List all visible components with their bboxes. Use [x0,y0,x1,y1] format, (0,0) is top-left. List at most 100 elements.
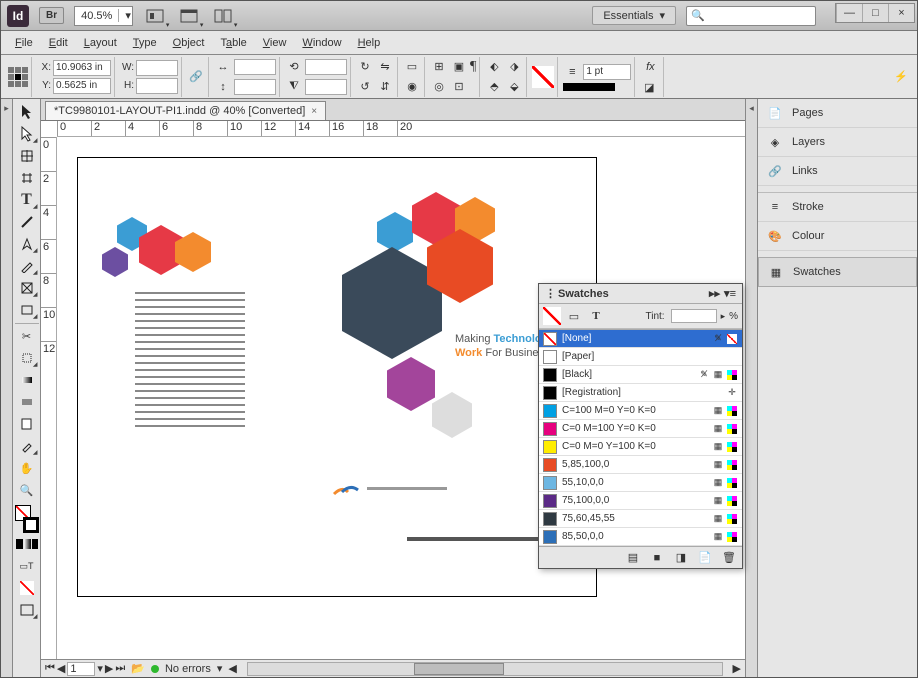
zoom-dropdown-icon[interactable]: ▾ [118,9,132,22]
flip-v-icon[interactable]: ⇵ [376,78,394,96]
bridge-button[interactable]: Br [39,7,64,24]
dock-item-stroke[interactable]: ≡Stroke [758,192,917,222]
swatch-row[interactable]: C=0 M=0 Y=100 K=0▦ [539,438,742,456]
panel-grip-icon[interactable]: ⋮ [545,287,556,300]
formatting-container-icon[interactable]: ▭T [15,555,39,577]
view-mode-toggle[interactable] [15,577,39,599]
free-transform-tool[interactable]: ◢ [15,347,39,369]
w-input[interactable] [136,60,178,76]
page-dropdown-icon[interactable]: ▾ [97,662,103,675]
fill-stroke-control[interactable] [15,505,39,533]
menu-help[interactable]: Help [352,35,387,51]
reference-point-icon[interactable] [8,67,28,87]
preflight-dropdown-icon[interactable]: ▾ [217,662,223,675]
minimize-button[interactable]: — [836,4,862,22]
pencil-tool[interactable]: ◢ [15,255,39,277]
open-button-icon[interactable]: 📂 [131,662,145,675]
menu-view[interactable]: View [257,35,293,51]
tint-input[interactable] [671,309,717,323]
select-content-icon[interactable]: ◉ [403,78,421,96]
scroll-right-icon[interactable]: ▶ [733,662,741,675]
note-tool[interactable] [15,413,39,435]
align-icon-4[interactable]: ⬙ [505,78,523,96]
swatch-row[interactable]: [Paper] [539,348,742,366]
h-input[interactable] [136,78,178,94]
vertical-ruler[interactable]: 024681012 [41,137,57,677]
swatch-row[interactable]: 75,100,0,0▦ [539,492,742,510]
new-swatch-icon[interactable]: 📄 [696,549,714,567]
swatch-row[interactable]: C=100 M=0 Y=0 K=0▦ [539,402,742,420]
text-formatting-icon[interactable]: T [587,307,605,325]
scale-y-input[interactable] [234,79,276,95]
direct-selection-tool[interactable]: ◢ [15,123,39,145]
menu-window[interactable]: Window [296,35,347,51]
swatch-row[interactable]: [Registration]✛ [539,384,742,402]
selection-tool[interactable] [15,101,39,123]
screen-mode-tool[interactable]: ◢ [15,599,39,621]
zoom-level[interactable]: 40.5% ▾ [74,6,133,26]
menu-edit[interactable]: Edit [43,35,74,51]
collapse-icon[interactable]: ▸▸ [709,287,720,300]
object-formatting-icon[interactable]: ▭ [565,307,583,325]
apply-color-icon[interactable] [15,533,39,555]
dock-item-layers[interactable]: ◈Layers [758,128,917,157]
paragraph-icon[interactable]: ¶ [470,59,476,75]
gradient-feather-tool[interactable] [15,391,39,413]
menu-file[interactable]: File [9,35,39,51]
swatch-row[interactable]: C=0 M=100 Y=0 K=0▦ [539,420,742,438]
horizontal-scrollbar[interactable] [247,662,723,676]
swatch-row[interactable]: 75,60,45,55▦ [539,510,742,528]
tab-close-icon[interactable]: × [311,106,317,117]
drop-shadow-icon[interactable]: ◪ [640,79,658,97]
select-container-icon[interactable]: ▭ [403,58,421,76]
line-tool[interactable] [15,211,39,233]
right-dock-strip[interactable]: ◂ [745,99,757,677]
close-button[interactable]: × [888,4,914,22]
show-all-swatches-icon[interactable]: ▤ [624,549,642,567]
workspace-switcher[interactable]: Essentials ▾ [592,6,676,25]
quick-apply-icon[interactable]: ⚡ [895,68,913,86]
page-number-input[interactable] [67,662,95,676]
dock-item-links[interactable]: 🔗Links [758,157,917,186]
swatch-row[interactable]: [Black]✎̸▦ [539,366,742,384]
fill-frame-icon[interactable]: ▣ [450,58,468,76]
stroke-weight-input[interactable] [583,64,631,80]
delete-swatch-icon[interactable]: 🗑 [720,549,738,567]
dock-item-colour[interactable]: 🎨Colour [758,222,917,251]
rectangle-tool[interactable]: ◢ [15,299,39,321]
left-dock-strip[interactable]: ▸ [1,99,13,677]
center-content-icon[interactable]: ◎ [430,78,448,96]
menu-layout[interactable]: Layout [78,35,123,51]
next-page-icon[interactable]: ▶ [105,662,113,675]
eyedropper-tool[interactable]: ◢ [15,435,39,457]
horizontal-ruler[interactable]: 02468101214161820 [57,121,745,137]
show-gradient-swatches-icon[interactable]: ◨ [672,549,690,567]
x-input[interactable] [53,60,111,76]
hand-tool[interactable]: ✋ [15,457,39,479]
type-tool[interactable]: T◢ [15,189,39,211]
fit-content-icon[interactable]: ⊞ [430,58,448,76]
rotate-cw-icon[interactable]: ↻ [356,58,374,76]
page-tool[interactable] [15,145,39,167]
preflight-label[interactable]: No errors [165,663,211,675]
fill-proxy[interactable] [543,307,561,325]
pen-tool[interactable]: ◢ [15,233,39,255]
constrain-icon[interactable]: 🔗 [187,68,205,86]
panel-menu-icon[interactable]: ▾≡ [724,287,736,300]
last-page-icon[interactable]: ⏭ [115,662,125,675]
scissors-tool[interactable]: ✂ [15,323,39,347]
align-icon-2[interactable]: ⬗ [505,58,523,76]
arrange-documents-icon[interactable]: ▾ [211,5,235,27]
maximize-button[interactable]: □ [862,4,888,22]
align-icon-3[interactable]: ⬘ [485,78,503,96]
rotate-ccw-icon[interactable]: ↺ [356,78,374,96]
search-input[interactable]: 🔍 [686,6,816,26]
screen-mode-icon[interactable]: ▾ [177,5,201,27]
swatch-row[interactable]: 5,85,100,0▦ [539,456,742,474]
dock-item-swatches[interactable]: ▦Swatches [758,257,917,287]
dock-item-pages[interactable]: 📄Pages [758,99,917,128]
rotate-input[interactable] [305,59,347,75]
rectangle-frame-tool[interactable]: ◢ [15,277,39,299]
view-options-icon[interactable]: ▾ [143,5,167,27]
prev-page-icon[interactable]: ◀ [57,662,65,675]
